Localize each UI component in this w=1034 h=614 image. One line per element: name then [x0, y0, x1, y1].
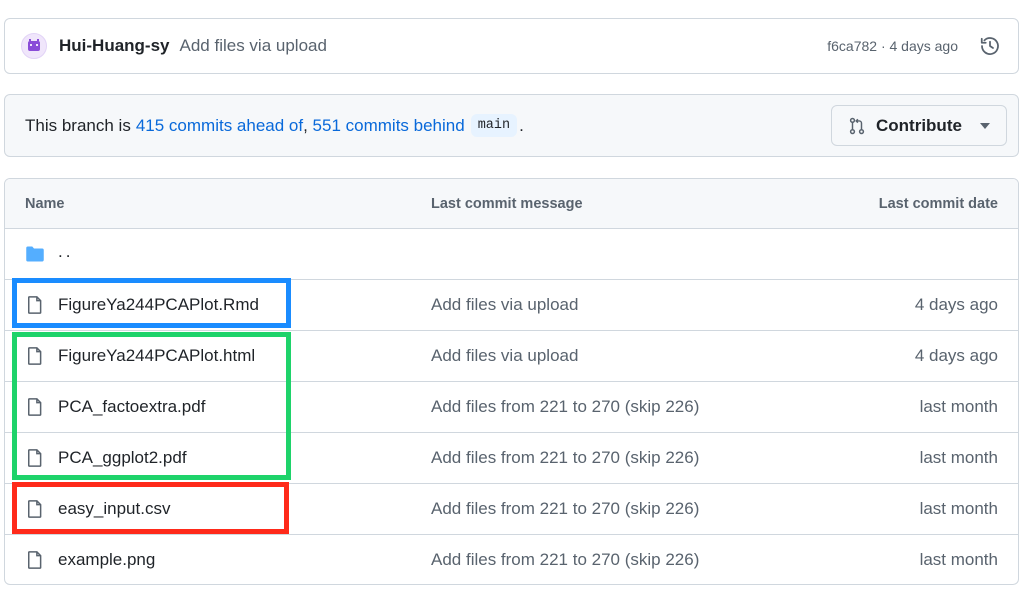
latest-commit-bar: Hui-Huang-sy Add files via upload f6ca78…	[4, 18, 1019, 74]
commit-message-link[interactable]: Add files via upload	[431, 295, 578, 315]
history-icon[interactable]	[978, 34, 1002, 58]
file-name-link[interactable]: PCA_factoextra.pdf	[58, 397, 205, 417]
file-icon	[28, 296, 42, 314]
commit-message-link[interactable]: Add files from 221 to 270 (skip 226)	[431, 550, 699, 570]
avatar-identicon	[28, 39, 40, 51]
file-name-link[interactable]: example.png	[58, 550, 155, 570]
parent-directory-row[interactable]: ..	[5, 229, 1018, 280]
table-row[interactable]: FigureYa244PCAPlot.Rmd Add files via upl…	[5, 280, 1018, 331]
commit-date: last month	[919, 550, 998, 569]
commit-date: last month	[919, 499, 998, 518]
table-row[interactable]: example.png Add files from 221 to 270 (s…	[5, 535, 1018, 584]
file-icon	[28, 449, 42, 467]
commit-date: last month	[919, 448, 998, 467]
table-header: Name Last commit message Last commit dat…	[5, 179, 1018, 229]
git-pull-request-icon	[849, 117, 865, 134]
commit-message-link[interactable]: Add files from 221 to 270 (skip 226)	[431, 397, 699, 417]
commit-message[interactable]: Add files via upload	[180, 36, 327, 56]
column-header-message: Last commit message	[431, 196, 583, 212]
base-branch-label[interactable]: main	[470, 114, 518, 137]
file-icon	[28, 347, 42, 365]
table-row[interactable]: PCA_factoextra.pdf Add files from 221 to…	[5, 382, 1018, 433]
branch-status-suffix: .	[519, 115, 524, 135]
commit-date: 4 days ago	[914, 295, 998, 314]
commit-message-link[interactable]: Add files via upload	[431, 346, 578, 366]
chevron-down-icon	[980, 122, 990, 129]
avatar[interactable]	[21, 33, 47, 59]
commit-meta-group: f6ca782 · 4 days ago	[827, 34, 1002, 58]
commit-message-link[interactable]: Add files from 221 to 270 (skip 226)	[431, 448, 699, 468]
commit-author[interactable]: Hui-Huang-sy	[59, 36, 170, 56]
column-header-date: Last commit date	[878, 196, 998, 212]
folder-icon	[26, 246, 44, 262]
commit-date: 4 days ago	[914, 346, 998, 365]
table-row[interactable]: FigureYa244PCAPlot.html Add files via up…	[5, 331, 1018, 382]
commits-behind-link[interactable]: 551 commits behind	[313, 116, 465, 136]
file-name-link[interactable]: FigureYa244PCAPlot.html	[58, 346, 255, 366]
table-row[interactable]: PCA_ggplot2.pdf Add files from 221 to 27…	[5, 433, 1018, 484]
table-row[interactable]: easy_input.csv Add files from 221 to 270…	[5, 484, 1018, 535]
file-name-link[interactable]: easy_input.csv	[58, 499, 170, 519]
commits-ahead-link[interactable]: 415 commits ahead of	[136, 116, 303, 136]
branch-status-bar: This branch is 415 commits ahead of , 55…	[4, 94, 1019, 157]
contribute-label: Contribute	[876, 115, 962, 135]
commit-date: last month	[919, 397, 998, 416]
file-table: Name Last commit message Last commit dat…	[4, 178, 1019, 585]
file-icon	[28, 551, 42, 569]
branch-status-separator: ,	[303, 115, 313, 135]
file-name-link[interactable]: FigureYa244PCAPlot.Rmd	[58, 295, 259, 315]
commit-sha-time[interactable]: f6ca782 · 4 days ago	[827, 38, 958, 54]
file-icon	[28, 398, 42, 416]
contribute-button[interactable]: Contribute	[831, 105, 1007, 146]
file-icon	[28, 500, 42, 518]
branch-status-prefix: This branch is	[25, 115, 131, 135]
parent-directory-link[interactable]: ..	[58, 242, 73, 262]
file-name-link[interactable]: PCA_ggplot2.pdf	[58, 448, 187, 468]
commit-message-link[interactable]: Add files from 221 to 270 (skip 226)	[431, 499, 699, 519]
column-header-name: Name	[25, 196, 65, 212]
